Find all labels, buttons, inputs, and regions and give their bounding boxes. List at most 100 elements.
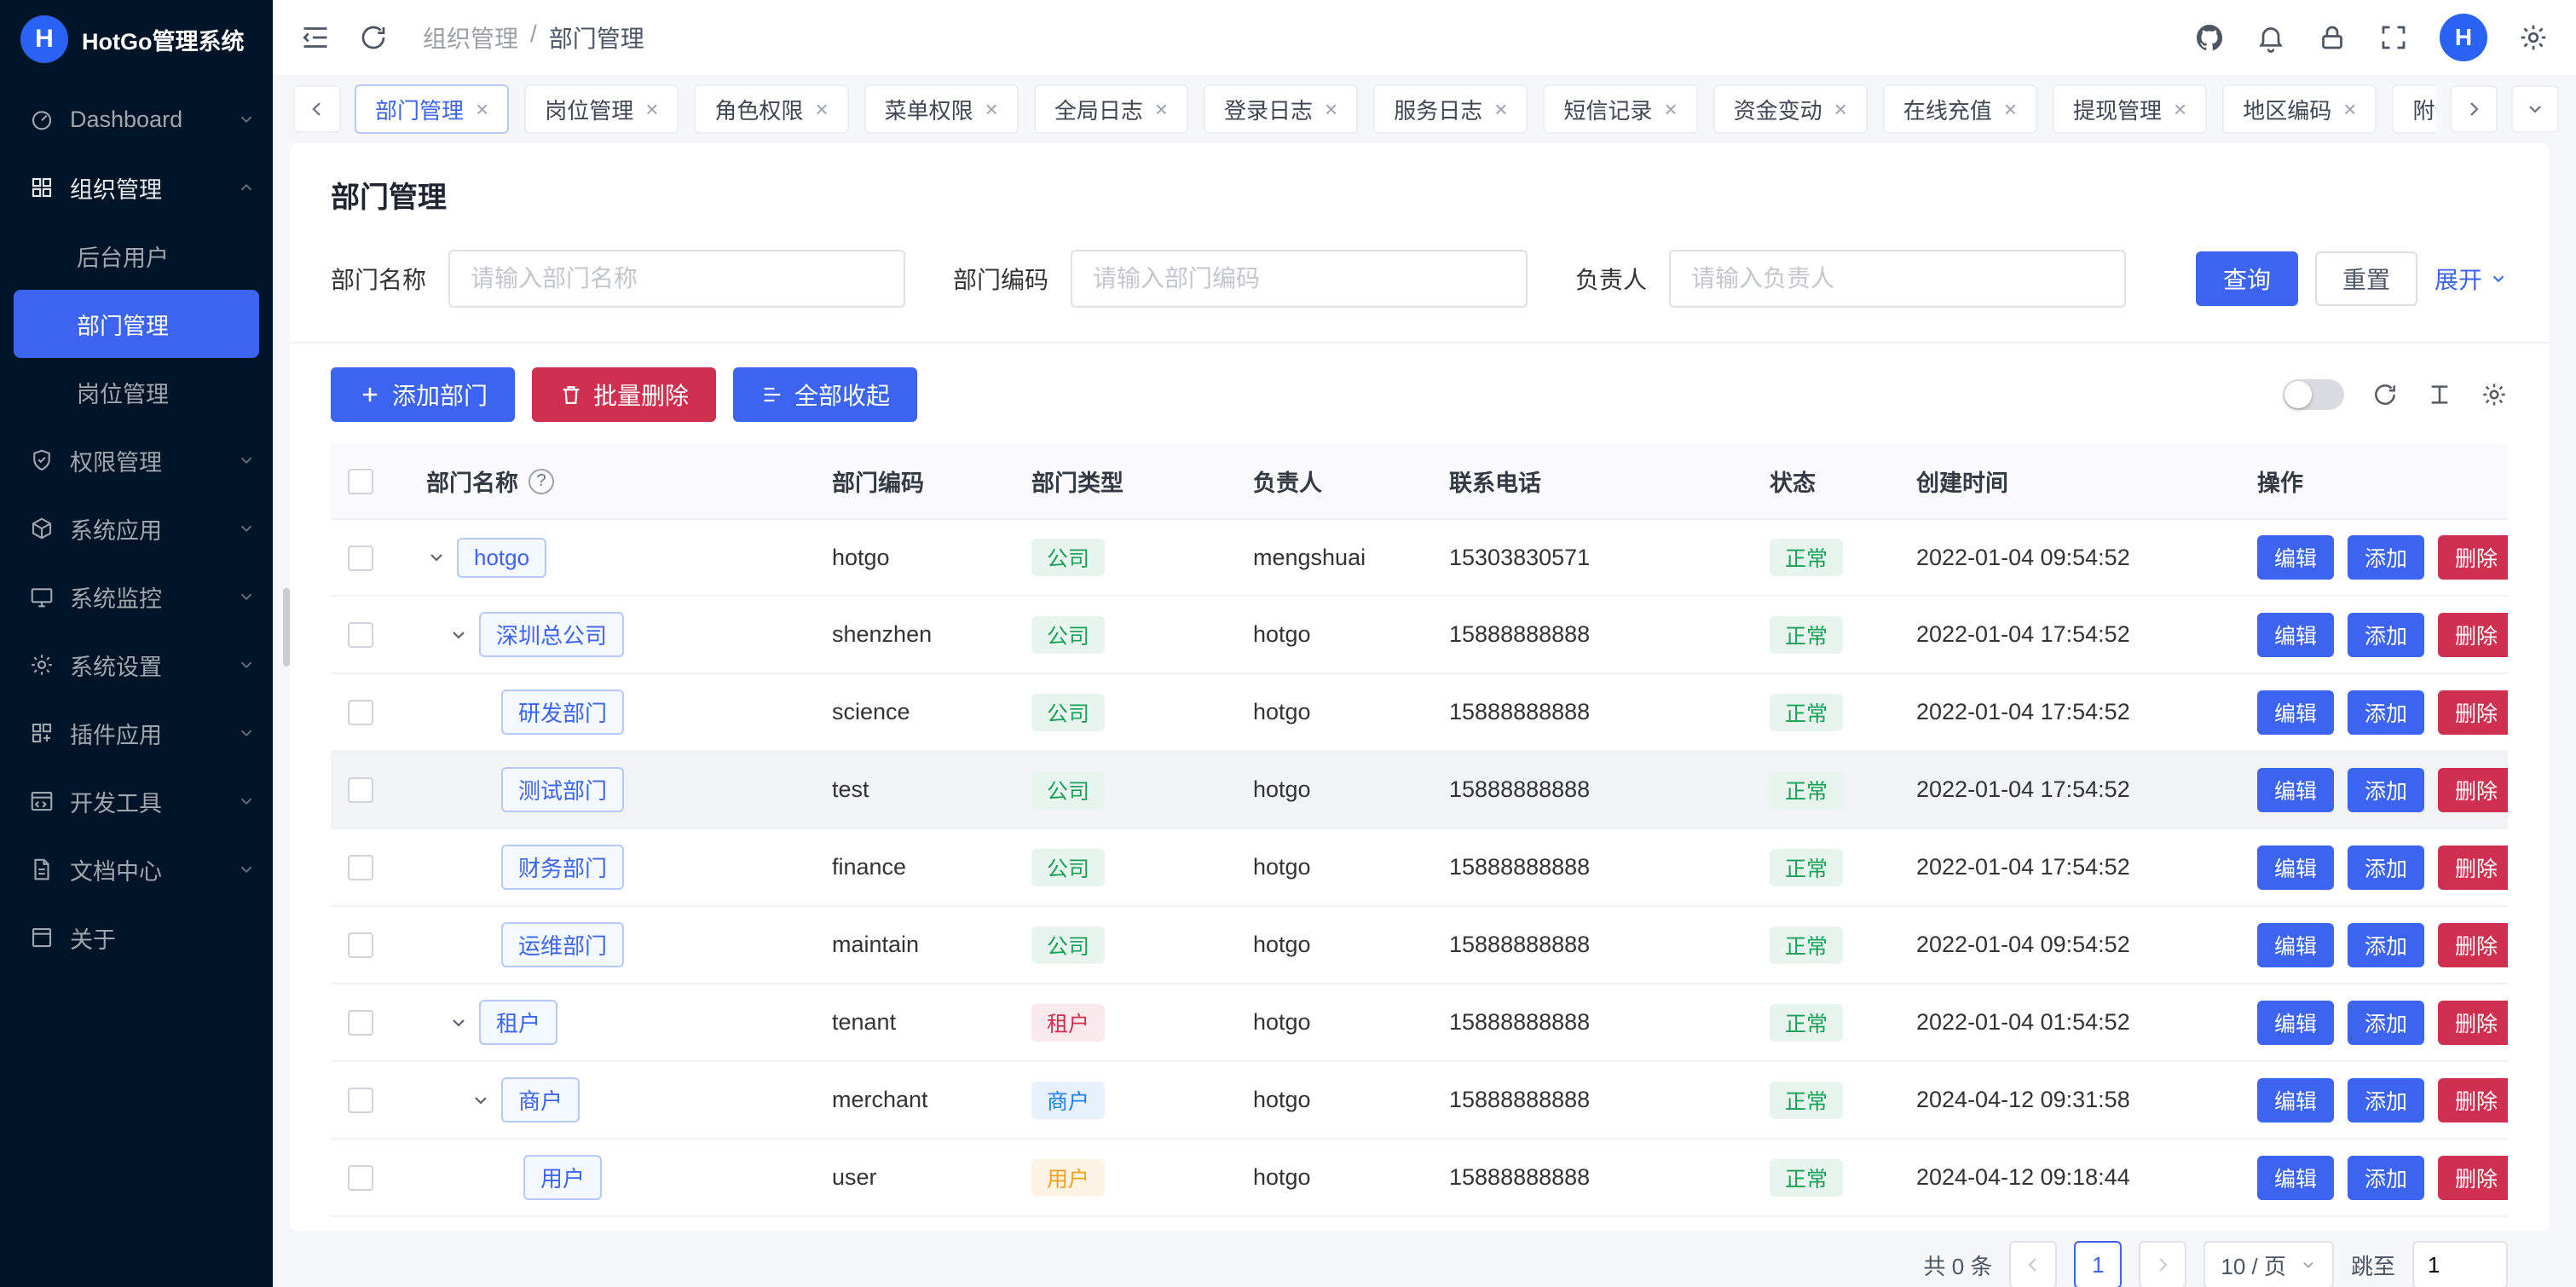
next-page-button[interactable] [2139, 1241, 2186, 1287]
delete-button[interactable]: 删除 [2438, 1078, 2508, 1123]
tab-online-recharge[interactable]: 在线充值× [1883, 84, 2037, 134]
edit-button[interactable]: 编辑 [2257, 1001, 2334, 1045]
row-checkbox[interactable] [348, 545, 373, 571]
close-icon[interactable]: × [1834, 98, 1847, 120]
add-button[interactable]: 添加 [2348, 1156, 2424, 1200]
expand-toggle[interactable]: 展开 [2434, 262, 2508, 296]
close-icon[interactable]: × [476, 98, 488, 120]
edit-button[interactable]: 编辑 [2257, 1078, 2334, 1123]
edit-button[interactable]: 编辑 [2257, 768, 2334, 812]
lock-icon[interactable] [2317, 22, 2348, 53]
dept-name-chip[interactable]: 测试部门 [501, 767, 624, 812]
tab-post-manage[interactable]: 岗位管理× [524, 84, 679, 134]
close-icon[interactable]: × [2004, 98, 2017, 120]
tab-dept-manage[interactable]: 部门管理× [355, 84, 509, 134]
delete-button[interactable]: 删除 [2438, 1156, 2508, 1200]
dept-name-chip[interactable]: 用户 [523, 1155, 602, 1200]
add-dept-button[interactable]: 添加部门 [331, 367, 515, 422]
row-checkbox[interactable] [348, 932, 373, 958]
reset-button[interactable]: 重置 [2315, 251, 2417, 306]
edit-button[interactable]: 编辑 [2257, 613, 2334, 657]
page-number-button[interactable]: 1 [2074, 1241, 2122, 1287]
tab-role-perms[interactable]: 角色权限× [694, 84, 848, 134]
sidebar-item-organization[interactable]: 组织管理 [0, 153, 273, 222]
help-icon[interactable]: ? [528, 469, 554, 494]
row-checkbox[interactable] [348, 622, 373, 648]
tabs-scroll-left-button[interactable] [293, 85, 341, 133]
dept-name-chip[interactable]: hotgo [457, 538, 546, 578]
tab-fund-changes[interactable]: 资金变动× [1713, 84, 1868, 134]
close-icon[interactable]: × [2343, 98, 2356, 120]
delete-button[interactable]: 删除 [2438, 613, 2508, 657]
striped-toggle[interactable] [2283, 379, 2344, 410]
row-expand-icon[interactable] [471, 1090, 501, 1111]
dept-name-chip[interactable]: 运维部门 [501, 922, 624, 967]
delete-button[interactable]: 删除 [2438, 1001, 2508, 1045]
delete-button[interactable]: 删除 [2438, 535, 2508, 580]
add-button[interactable]: 添加 [2348, 535, 2424, 580]
refresh-icon[interactable] [358, 22, 389, 53]
batch-delete-button[interactable]: 批量删除 [532, 367, 716, 422]
sidebar-item-dept-manage[interactable]: 部门管理 [14, 290, 259, 358]
row-checkbox[interactable] [348, 855, 373, 880]
close-icon[interactable]: × [1325, 98, 1337, 120]
close-icon[interactable]: × [1155, 98, 1168, 120]
delete-button[interactable]: 删除 [2438, 923, 2508, 967]
sidebar-item-system-monitor[interactable]: 系统监控 [0, 563, 273, 631]
prev-page-button[interactable] [2009, 1241, 2057, 1287]
sidebar-item-backend-users[interactable]: 后台用户 [14, 222, 259, 290]
breadcrumb-parent[interactable]: 组织管理 [423, 20, 518, 55]
sidebar-item-dev-tools[interactable]: 开发工具 [0, 767, 273, 835]
tab-attachment-manage[interactable]: 附件管理× [2392, 84, 2436, 134]
close-icon[interactable]: × [815, 98, 828, 120]
add-button[interactable]: 添加 [2348, 613, 2424, 657]
close-icon[interactable]: × [1494, 98, 1507, 120]
edit-button[interactable]: 编辑 [2257, 535, 2334, 580]
leader-input[interactable] [1669, 250, 2126, 308]
reload-icon[interactable] [2371, 381, 2399, 408]
app-logo[interactable]: H HotGo管理系统 [0, 0, 273, 78]
close-icon[interactable]: × [645, 98, 658, 120]
edit-button[interactable]: 编辑 [2257, 690, 2334, 735]
close-icon[interactable]: × [985, 98, 998, 120]
add-button[interactable]: 添加 [2348, 923, 2424, 967]
tab-region-codes[interactable]: 地区编码× [2222, 84, 2377, 134]
add-button[interactable]: 添加 [2348, 845, 2424, 890]
edit-button[interactable]: 编辑 [2257, 845, 2334, 890]
row-expand-icon[interactable] [426, 547, 457, 568]
avatar[interactable]: H [2440, 14, 2487, 61]
dept-name-chip[interactable]: 研发部门 [501, 690, 624, 735]
row-checkbox[interactable] [348, 777, 373, 803]
dept-name-chip[interactable]: 财务部门 [501, 845, 624, 890]
tab-sms-records[interactable]: 短信记录× [1543, 84, 1697, 134]
edit-button[interactable]: 编辑 [2257, 1156, 2334, 1200]
delete-button[interactable]: 删除 [2438, 768, 2508, 812]
sidebar-item-plugins[interactable]: 插件应用 [0, 699, 273, 767]
dept-code-input[interactable] [1071, 250, 1528, 308]
settings-gear-icon[interactable] [2518, 22, 2549, 53]
dept-name-chip[interactable]: 深圳总公司 [479, 612, 624, 657]
add-button[interactable]: 添加 [2348, 690, 2424, 735]
row-expand-icon[interactable] [448, 625, 479, 645]
jump-page-input[interactable] [2412, 1241, 2508, 1287]
dept-name-chip[interactable]: 商户 [501, 1077, 580, 1123]
sidebar-item-dashboard[interactable]: Dashboard [0, 85, 273, 153]
page-size-select[interactable]: 10 / 页 [2203, 1241, 2334, 1287]
dept-name-input[interactable] [448, 250, 905, 308]
add-button[interactable]: 添加 [2348, 1001, 2424, 1045]
tab-global-log[interactable]: 全局日志× [1034, 84, 1188, 134]
row-checkbox[interactable] [348, 700, 373, 725]
query-button[interactable]: 查询 [2196, 251, 2298, 306]
sidebar-item-post-manage[interactable]: 岗位管理 [14, 358, 259, 426]
github-icon[interactable] [2194, 22, 2225, 53]
sidebar-item-permissions[interactable]: 权限管理 [0, 426, 273, 494]
sidebar-item-doc-center[interactable]: 文档中心 [0, 835, 273, 903]
tab-menu-perms[interactable]: 菜单权限× [864, 84, 1019, 134]
density-icon[interactable] [2426, 381, 2453, 408]
dept-name-chip[interactable]: 租户 [479, 1000, 557, 1045]
delete-button[interactable]: 删除 [2438, 845, 2508, 890]
sidebar-item-system-settings[interactable]: 系统设置 [0, 631, 273, 699]
bell-icon[interactable] [2255, 22, 2286, 53]
row-checkbox[interactable] [348, 1088, 373, 1113]
edit-button[interactable]: 编辑 [2257, 923, 2334, 967]
